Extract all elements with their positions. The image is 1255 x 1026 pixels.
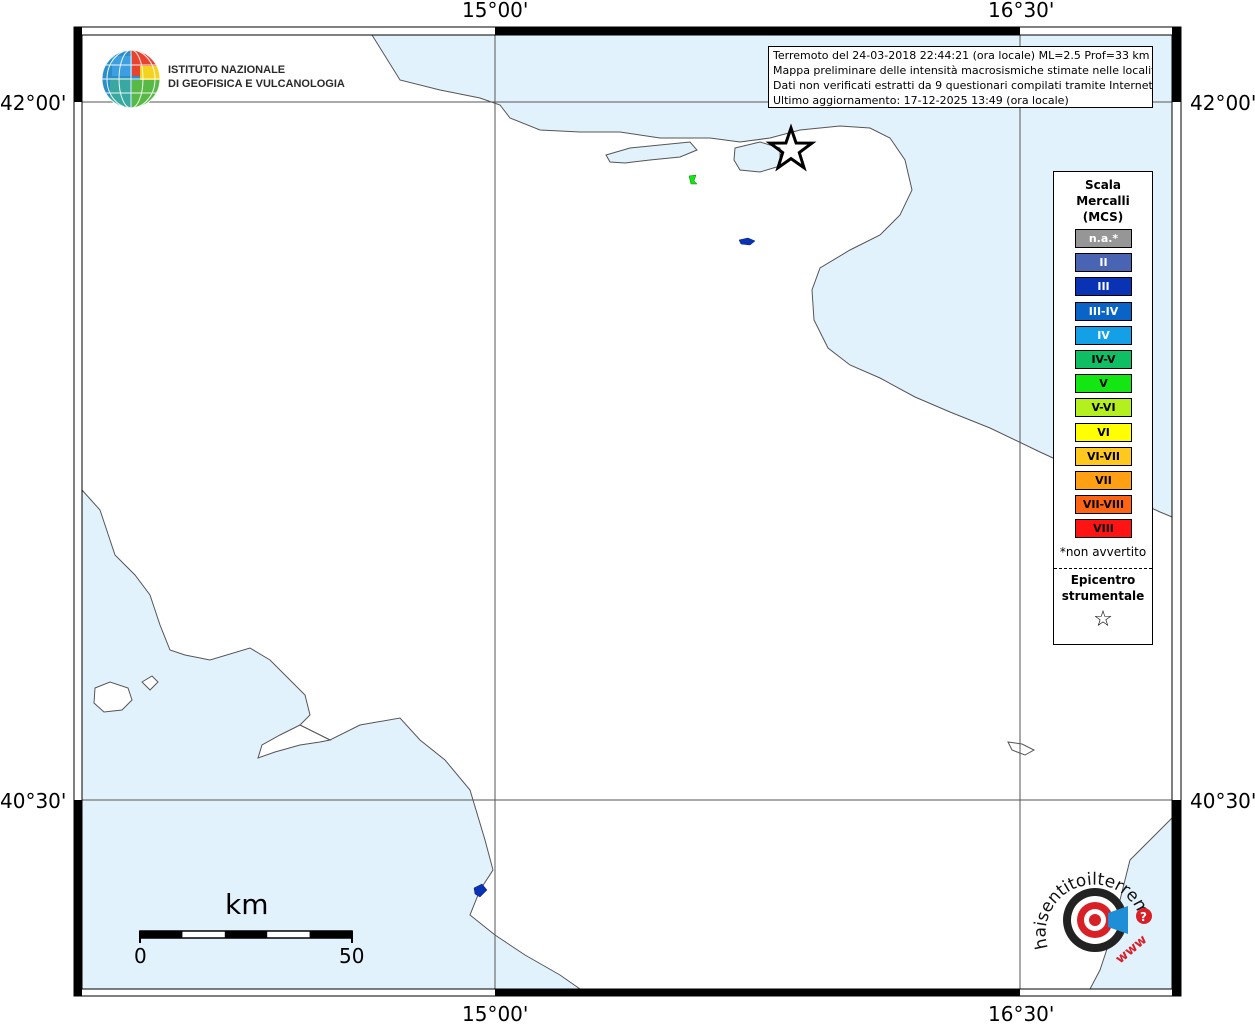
- legend-epicenter-line1: Epicentro: [1070, 573, 1136, 587]
- legend-title-line3: (MCS): [1082, 210, 1124, 224]
- legend-title-line1: Scala: [1084, 178, 1122, 192]
- legend-note: *non avvertito: [1059, 545, 1147, 559]
- scale-bar-max-label: 50: [339, 944, 365, 968]
- lat-label-left-42: 42°00': [0, 91, 67, 115]
- legend-swatch-iii: III: [1075, 277, 1132, 297]
- event-info-line2: Mappa preliminare delle intensità macros…: [773, 64, 1153, 77]
- lon-label-top-16-30: 16°30': [988, 0, 1055, 22]
- scale-bar: km 0 50: [125, 885, 385, 975]
- lon-label-top-15: 15°00': [462, 0, 529, 22]
- legend-divider: [1054, 568, 1152, 569]
- legend-star-icon: ☆: [1093, 607, 1113, 632]
- legend-swatch-viii: VIII: [1075, 519, 1132, 539]
- legend-epicenter-label: Epicentro strumentale: [1054, 572, 1152, 604]
- legend-title-line2: Mercalli: [1076, 194, 1130, 208]
- haisentito-icon: haisentitoilterremoto.it ? www: [1023, 843, 1154, 967]
- svg-text:?: ?: [1140, 910, 1147, 924]
- ingv-globe-icon: [101, 49, 161, 109]
- legend-swatch-n-a: n.a.*: [1075, 229, 1132, 248]
- legend-epicenter-line2: strumentale: [1061, 589, 1145, 603]
- lat-label-right-40-30: 40°30': [1190, 789, 1255, 813]
- legend-swatch-iv: IV: [1075, 325, 1132, 345]
- legend-swatch-ii: II: [1075, 253, 1132, 273]
- ingv-logo: ISTITUTO NAZIONALE DI GEOFISICA E VULCAN…: [100, 48, 345, 110]
- event-info-line3: Dati non verificati estratti da 9 questi…: [773, 79, 1153, 92]
- legend-swatch-vi-vii: VI-VII: [1075, 446, 1132, 466]
- event-info-box: Terremoto del 24-03-2018 22:44:21 (ora l…: [768, 46, 1153, 108]
- scale-bar-min-label: 0: [134, 944, 147, 968]
- legend-swatch-vii: VII: [1075, 471, 1132, 490]
- lat-label-left-40-30: 40°30': [0, 789, 67, 813]
- legend-swatch-vi: VI: [1075, 422, 1132, 442]
- lon-label-bottom-15: 15°00': [462, 1002, 529, 1026]
- lat-label-right-42: 42°00': [1190, 91, 1255, 115]
- legend-swatch-iii-iv: III-IV: [1075, 301, 1132, 321]
- mcs-legend: Scala Mercalli (MCS) n.a.* II III III-IV IV I…: [1053, 171, 1153, 645]
- legend-swatch-v-vi: V-VI: [1075, 398, 1132, 418]
- legend-swatch-iv-v: IV-V: [1075, 350, 1132, 369]
- ingv-logo-line1: ISTITUTO NAZIONALE: [168, 64, 286, 76]
- ingv-logo-line2: DI GEOFISICA E VULCANOLOGIA: [168, 78, 345, 90]
- event-info-line4: Ultimo aggiornamento: 17-12-2025 13:49 (…: [773, 94, 1069, 107]
- legend-swatch-vii-viii: VII-VIII: [1075, 495, 1132, 515]
- legend-swatch-v: V: [1075, 374, 1132, 394]
- legend-title: Scala Mercalli (MCS): [1054, 177, 1152, 225]
- event-info-line1: Terremoto del 24-03-2018 22:44:21 (ora l…: [773, 49, 1150, 62]
- lon-label-bottom-16-30: 16°30': [988, 1002, 1055, 1026]
- haisentito-logo: haisentitoilterremoto.it ? www: [1023, 843, 1163, 978]
